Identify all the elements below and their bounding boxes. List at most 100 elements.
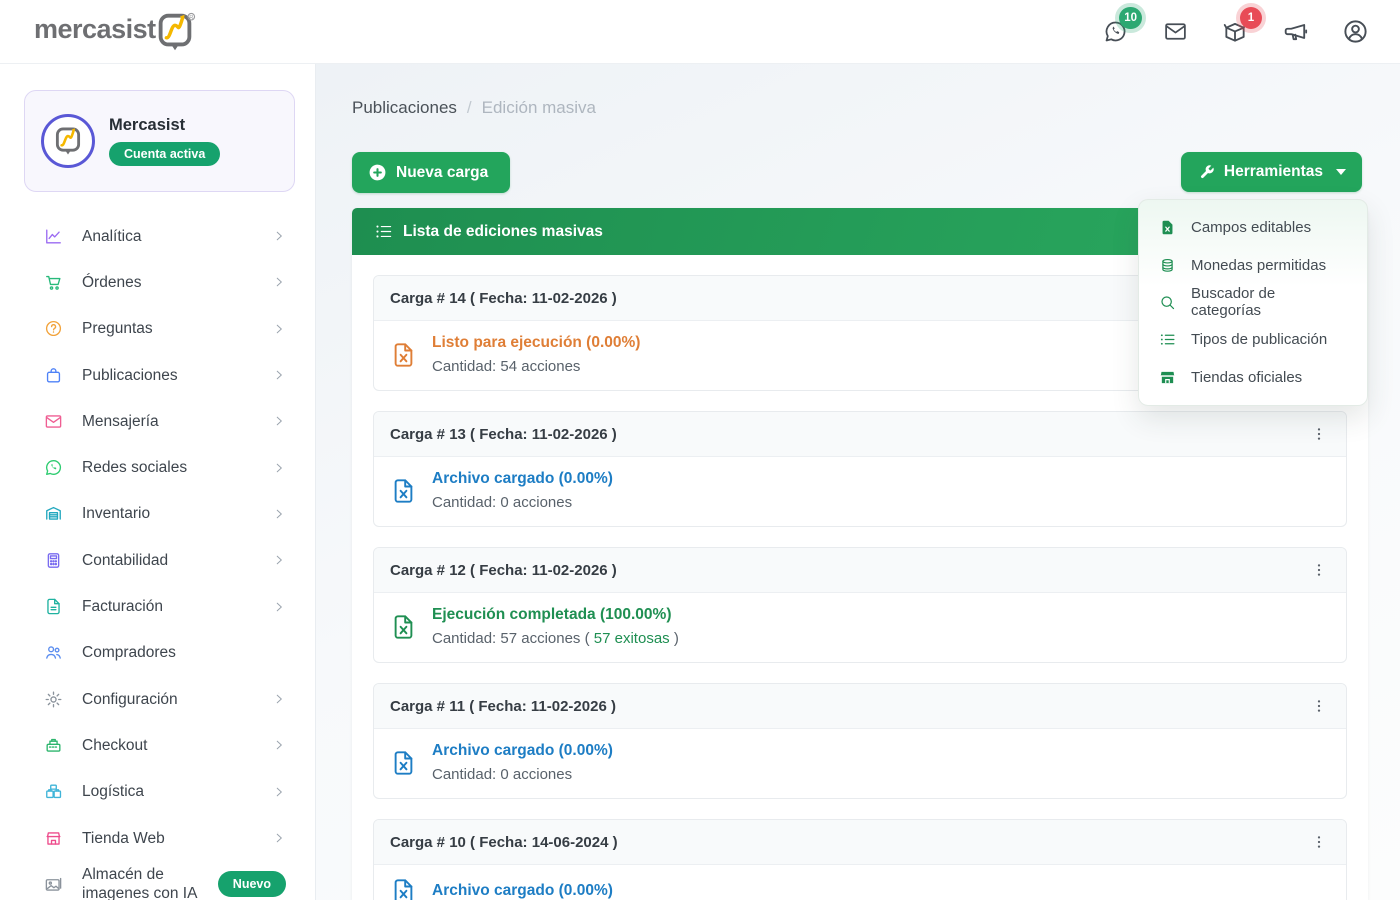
upload-card-body: Archivo cargado (0.00%) Cantidad: 0 acci… xyxy=(374,457,1346,526)
panel-title: Lista de ediciones masivas xyxy=(403,223,603,241)
breadcrumb: Publicaciones / Edición masiva xyxy=(352,98,596,118)
menu-item-campos-editables[interactable]: Campos editables xyxy=(1139,209,1367,246)
upload-quantity: Cantidad: 57 acciones ( 57 exitosas ) xyxy=(432,628,679,649)
card-menu-button[interactable] xyxy=(1306,693,1332,719)
upload-status[interactable]: Archivo cargado (0.00%) xyxy=(432,468,613,490)
main-content: Publicaciones / Edición masiva Nueva car… xyxy=(316,64,1400,900)
bag-icon xyxy=(44,366,63,385)
upload-title: Carga # 10 ( Fecha: 14-06-2024 ) xyxy=(390,834,618,851)
sidebar-item-facturacion[interactable]: Facturación xyxy=(24,583,300,629)
excel-file-icon xyxy=(1159,219,1176,236)
chevron-right-icon xyxy=(272,831,286,845)
kebab-icon xyxy=(1311,698,1327,714)
kebab-icon xyxy=(1311,834,1327,850)
upload-status[interactable]: Listo para ejecución (0.00%) xyxy=(432,332,640,354)
upload-quantity: Cantidad: 0 acciones xyxy=(432,764,613,785)
menu-item-tipos-publicacion[interactable]: Tipos de publicación xyxy=(1139,321,1367,358)
package-button[interactable]: 1 xyxy=(1218,15,1252,49)
upload-card-body: Archivo cargado (0.00%) Cantidad: 0 acci… xyxy=(374,729,1346,798)
account-name: Mercasist xyxy=(109,116,220,135)
cash-register-icon xyxy=(44,736,63,755)
sidebar-item-contabilidad[interactable]: Contabilidad xyxy=(24,537,300,583)
megaphone-icon xyxy=(1282,19,1308,45)
list-icon xyxy=(1159,331,1176,348)
upload-status[interactable]: Archivo cargado (0.00%) xyxy=(432,740,613,762)
sidebar-item-publicaciones[interactable]: Publicaciones xyxy=(24,352,300,398)
announcements-button[interactable] xyxy=(1278,15,1312,49)
chevron-right-icon xyxy=(272,275,286,289)
upload-card-12: Carga # 12 ( Fecha: 11-02-2026 ) Ejecuci… xyxy=(373,547,1347,663)
whatsapp-badge: 10 xyxy=(1119,7,1142,29)
upload-quantity: Cantidad: 0 acciones xyxy=(432,492,613,513)
sidebar-item-preguntas[interactable]: Preguntas xyxy=(24,306,300,352)
sidebar-nav: Analítica Órdenes Preguntas Publicacione… xyxy=(24,213,300,900)
svg-text:R: R xyxy=(189,14,193,20)
sidebar-item-logistica[interactable]: Logística xyxy=(24,769,300,815)
sidebar-item-almacen-imagenes[interactable]: Almacén de imagenes con IA Nuevo xyxy=(24,861,300,900)
profile-button[interactable] xyxy=(1338,15,1372,49)
account-logo xyxy=(41,114,95,168)
chevron-right-icon xyxy=(272,461,286,475)
breadcrumb-parent[interactable]: Publicaciones xyxy=(352,98,457,118)
messages-button[interactable] xyxy=(1158,15,1192,49)
upload-card-header: Carga # 11 ( Fecha: 11-02-2026 ) xyxy=(374,684,1346,729)
sidebar-item-tienda-web[interactable]: Tienda Web xyxy=(24,815,300,861)
upload-card-header: Carga # 10 ( Fecha: 14-06-2024 ) xyxy=(374,820,1346,865)
sidebar-item-configuracion[interactable]: Configuración xyxy=(24,676,300,722)
wrench-icon xyxy=(1199,164,1215,180)
calculator-icon xyxy=(44,551,63,570)
upload-title: Carga # 11 ( Fecha: 11-02-2026 ) xyxy=(390,698,616,715)
menu-item-buscador-categorias[interactable]: Buscador de categorías xyxy=(1139,284,1367,321)
card-menu-button[interactable] xyxy=(1306,829,1332,855)
card-menu-button[interactable] xyxy=(1306,421,1332,447)
gear-icon xyxy=(44,690,63,709)
tools-dropdown-menu: Campos editables Monedas permitidas Busc… xyxy=(1138,199,1368,406)
store-icon xyxy=(1159,369,1176,386)
sidebar-item-redes-sociales[interactable]: Redes sociales xyxy=(24,444,300,490)
upload-status[interactable]: Ejecución completada (100.00%) xyxy=(432,604,679,626)
sidebar-item-mensajeria[interactable]: Mensajería xyxy=(24,398,300,444)
sidebar: Mercasist Cuenta activa Analítica Órdene… xyxy=(0,64,316,900)
menu-item-tiendas-oficiales[interactable]: Tiendas oficiales xyxy=(1139,359,1367,396)
whatsapp-icon xyxy=(44,458,63,477)
chevron-right-icon xyxy=(272,738,286,752)
navbar-actions: 10 1 xyxy=(1098,15,1372,49)
sidebar-item-ordenes[interactable]: Órdenes xyxy=(24,259,300,305)
successful-count: 57 exitosas xyxy=(594,630,670,647)
mail-icon xyxy=(1163,19,1188,44)
account-card[interactable]: Mercasist Cuenta activa xyxy=(24,90,295,192)
chevron-right-icon xyxy=(272,785,286,799)
list-icon xyxy=(375,223,392,240)
coins-icon xyxy=(1159,257,1176,274)
upload-card-13: Carga # 13 ( Fecha: 11-02-2026 ) Archivo… xyxy=(373,411,1347,527)
chevron-right-icon xyxy=(272,692,286,706)
sidebar-item-checkout[interactable]: Checkout xyxy=(24,722,300,768)
menu-item-monedas-permitidas[interactable]: Monedas permitidas xyxy=(1139,246,1367,283)
chevron-right-icon xyxy=(272,553,286,567)
tools-button[interactable]: Herramientas xyxy=(1181,152,1362,192)
upload-status[interactable]: Archivo cargado (0.00%) xyxy=(432,880,613,900)
upload-card-body: Archivo cargado (0.00%) xyxy=(374,865,1346,900)
sidebar-item-inventario[interactable]: Inventario xyxy=(24,491,300,537)
kebab-icon xyxy=(1311,562,1327,578)
sidebar-item-compradores[interactable]: Compradores xyxy=(24,630,300,676)
package-badge: 1 xyxy=(1240,7,1262,29)
logo-glyph-icon: R xyxy=(152,9,198,55)
warehouse-icon xyxy=(44,504,63,523)
upload-title: Carga # 13 ( Fecha: 11-02-2026 ) xyxy=(390,426,617,443)
new-upload-button[interactable]: Nueva carga xyxy=(352,152,510,193)
chevron-right-icon xyxy=(272,322,286,336)
sidebar-item-analitica[interactable]: Analítica xyxy=(24,213,300,259)
plus-circle-icon xyxy=(368,163,387,182)
card-menu-button[interactable] xyxy=(1306,557,1332,583)
upload-card-10: Carga # 10 ( Fecha: 14-06-2024 ) Archivo… xyxy=(373,819,1347,900)
caret-down-icon xyxy=(1336,169,1346,175)
account-status-badge: Cuenta activa xyxy=(109,142,220,166)
line-chart-icon xyxy=(44,227,63,246)
users-icon xyxy=(44,643,63,662)
question-icon xyxy=(44,319,63,338)
app-logo[interactable]: mercasist R xyxy=(34,9,198,55)
top-navbar: mercasist R 10 1 xyxy=(0,0,1400,64)
chevron-right-icon xyxy=(272,229,286,243)
whatsapp-button[interactable]: 10 xyxy=(1098,15,1132,49)
